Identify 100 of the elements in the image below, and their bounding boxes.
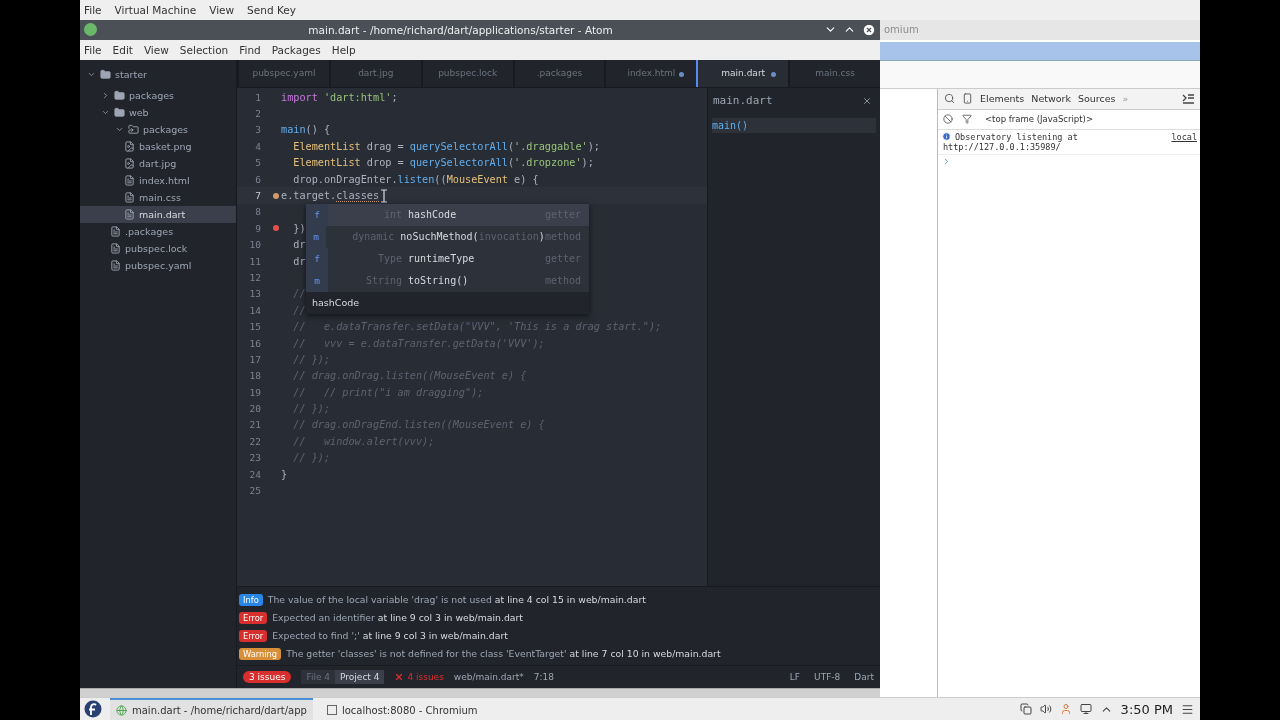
line-number: 10	[248, 239, 261, 251]
lint-location[interactable]: at line 7 col 10 in web/main.dart	[569, 648, 721, 660]
status-item[interactable]: UTF-8	[814, 671, 841, 682]
line-number: 18	[248, 370, 261, 382]
severity-badge: Error	[239, 611, 268, 624]
file-path[interactable]: web/main.dart*	[453, 671, 524, 682]
clipboard-icon[interactable]	[1019, 703, 1032, 715]
distro-logo	[84, 700, 102, 718]
info-icon	[942, 131, 951, 141]
tree-item[interactable]: basket.png	[80, 137, 236, 155]
devtools-tab[interactable]: Sources	[1077, 93, 1116, 105]
line-number: 23	[248, 452, 261, 464]
severity-badge: Info	[239, 593, 263, 606]
tree-item[interactable]: pubspec.yaml	[80, 256, 236, 274]
line-number: 5	[254, 157, 261, 169]
network-icon[interactable]	[1079, 703, 1092, 715]
code-line: }	[281, 468, 288, 480]
close-icon[interactable]	[862, 22, 876, 37]
menu-item[interactable]: Packages	[271, 43, 321, 56]
devtools-tab[interactable]: Network	[1031, 93, 1071, 105]
source-link[interactable]: local	[1171, 131, 1197, 142]
tree-item[interactable]: packages	[80, 86, 236, 104]
menu-item[interactable]: Selection	[179, 43, 229, 56]
file-icon	[124, 174, 135, 186]
code-line: // });	[292, 403, 331, 415]
kind-badge: m	[306, 269, 328, 292]
lint-message: The getter 'classes' is not defined for the class 'EventTarget'	[286, 648, 567, 660]
folder-link-icon	[128, 123, 139, 135]
prompt-icon[interactable]	[942, 156, 951, 166]
code-line: main() {	[281, 124, 331, 136]
line-number: 13	[248, 288, 261, 300]
devtools-tab[interactable]: Elements	[980, 93, 1025, 105]
status-item[interactable]: LF	[789, 671, 801, 682]
severity-badge: Error	[239, 629, 268, 642]
code-line: // vvv = e.dataTransfer.getData('VVV');	[292, 337, 545, 349]
editor-tab[interactable]: main.dart	[696, 59, 789, 87]
folder-icon	[114, 106, 125, 118]
lint-location[interactable]: at line 9 col 3 in web/main.dart	[362, 630, 508, 642]
tree-item[interactable]: packages	[80, 120, 236, 138]
tree-item[interactable]: main.css	[80, 188, 236, 206]
code-line: drop.onDragEnter.listen((MouseEvent e) {	[292, 173, 539, 185]
lint-message: Expected an identifier	[272, 612, 375, 624]
taskbar-task[interactable]: main.dart - /home/richard/dart/app	[110, 698, 313, 720]
search-icon[interactable]	[944, 93, 955, 105]
tree-item[interactable]: main.dart	[80, 205, 236, 223]
lint-location[interactable]: at line 9 col 3 in web/main.dart	[377, 612, 523, 624]
cursor-position[interactable]: 7:18	[533, 671, 555, 682]
menu-item[interactable]: View	[143, 43, 169, 56]
tree-item[interactable]: .packages	[80, 222, 236, 240]
line-number: 25	[248, 485, 261, 497]
volume-icon[interactable]	[1039, 703, 1052, 715]
code-line: // });	[292, 452, 331, 464]
lint-location[interactable]: at line 4 col 15 in web/main.dart	[494, 594, 646, 606]
menu-item[interactable]: File	[84, 4, 102, 16]
menu-item[interactable]: Find	[239, 43, 261, 56]
filter-icon[interactable]	[962, 114, 972, 125]
drawer-icon[interactable]	[1182, 93, 1194, 104]
console-url[interactable]: http://127.0.0.1:35989/	[943, 141, 1078, 152]
tree-item[interactable]: starter	[80, 65, 236, 83]
menu-item[interactable]: Edit	[112, 43, 133, 56]
menu-item[interactable]: Help	[331, 43, 356, 56]
context-selector[interactable]: <top frame (JavaScript)>	[985, 114, 1094, 125]
code-line: dr	[292, 239, 306, 251]
code-line: dr	[292, 255, 306, 267]
menu-item[interactable]: Send Key	[247, 4, 296, 16]
kind-badge: m	[306, 225, 327, 248]
globe-icon	[116, 704, 127, 716]
issues-badge[interactable]: 3 issues	[243, 670, 292, 683]
line-number: 15	[248, 321, 261, 333]
clear-icon[interactable]	[943, 114, 953, 125]
scope-tab[interactable]: Project 4	[335, 669, 385, 684]
status-item[interactable]: Dart	[854, 671, 874, 682]
line-number: 8	[254, 206, 261, 218]
code-line: })	[292, 222, 306, 234]
window-title: omium	[884, 24, 919, 36]
menu-item[interactable]: View	[209, 4, 235, 16]
code-editor[interactable]	[237, 87, 707, 586]
menu-icon[interactable]	[1181, 702, 1194, 716]
tree-item[interactable]: index.html	[80, 171, 236, 189]
outline-item[interactable]: main()	[712, 117, 876, 133]
tree-item[interactable]: dart.jpg	[80, 154, 236, 172]
tree-item[interactable]: pubspec.lock	[80, 239, 236, 257]
code-line: e.target.classes	[281, 188, 388, 203]
code-line: // window.alert(vvv);	[292, 435, 435, 447]
clock[interactable]: 3:50 PM	[1120, 701, 1173, 717]
modified-dot	[771, 71, 777, 77]
taskbar-task[interactable]: localhost:8080 - Chromium	[320, 698, 484, 720]
line-number: 14	[248, 304, 261, 316]
menu-item[interactable]: File	[84, 43, 102, 56]
phone-icon[interactable]	[962, 93, 973, 105]
close-icon[interactable]	[862, 95, 872, 106]
tree-item[interactable]: web	[80, 103, 236, 121]
suggestion-name: hashCode	[407, 209, 457, 221]
line-number: 20	[248, 403, 261, 415]
code-line: // drag.onDragEnd.listen((MouseEvent e) {	[292, 419, 545, 431]
suggestion-name: runtimeType	[407, 253, 475, 265]
image-file-icon	[124, 140, 135, 152]
menu-item[interactable]: Virtual Machine	[114, 4, 197, 16]
image-file-icon	[124, 157, 135, 169]
line-number: 16	[248, 337, 261, 349]
